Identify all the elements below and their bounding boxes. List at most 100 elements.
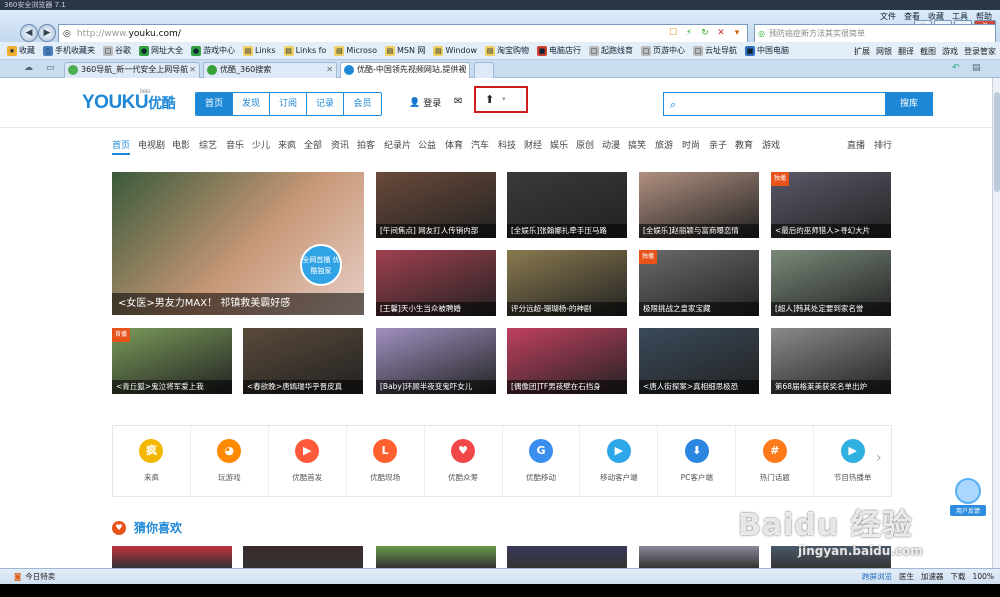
youku-search-input[interactable]: ⌕ — [663, 92, 885, 116]
service-item[interactable]: ♥ 优酷众筹 — [425, 426, 503, 496]
youku-logo[interactable]: YOUKU优酷 beta — [82, 89, 176, 114]
nav-subscribe[interactable]: 订阅 — [270, 93, 307, 115]
favorite-item[interactable]: ■ 电脑店行 — [534, 45, 584, 56]
service-item[interactable]: G 优酷移动 — [503, 426, 581, 496]
close-icon[interactable]: ✕ — [459, 63, 466, 77]
video-tile[interactable]: [Baby]环顾半夜变鬼吓女儿 — [376, 328, 496, 394]
login-link[interactable]: 👤 登录 — [409, 96, 441, 110]
youku-search-button[interactable]: 搜库 — [885, 92, 933, 116]
video-tile[interactable]: 独播 极限挑战之皇家宝藏 — [639, 250, 759, 316]
channel-item[interactable]: 科技 — [498, 138, 516, 151]
channel-item[interactable]: 全部 — [304, 138, 322, 151]
service-item[interactable]: ▶ 移动客户端 — [580, 426, 659, 496]
video-tile[interactable] — [771, 546, 891, 568]
video-tile[interactable]: [全娱乐]张翰娜扎牵手压马路 — [507, 172, 627, 238]
channel-item[interactable]: 纪录片 — [384, 138, 411, 151]
favorite-item[interactable]: □ 云址导航 — [690, 45, 740, 56]
channel-item[interactable]: 汽车 — [471, 138, 489, 151]
dropdown-icon[interactable]: ▾ — [731, 27, 743, 39]
featured-video[interactable]: 全网首播 优酷独家 <女医>男友力MAX！ 祁镇救美霸好感 — [112, 172, 364, 315]
favorite-item[interactable]: ▯ 手机收藏夹 — [40, 45, 98, 56]
upload-button-highlight[interactable]: ⬆ ▾ — [474, 86, 528, 113]
video-tile[interactable]: 评分远超-珊瑚杨-的神剧 — [507, 250, 627, 316]
nav-home[interactable]: 首页 — [196, 93, 233, 115]
channel-item[interactable]: 首页 — [112, 138, 131, 155]
favorite-item[interactable]: ▤ Window — [430, 45, 480, 56]
toolbar-item[interactable]: 扩展 — [854, 46, 870, 57]
scrollbar-thumb[interactable] — [994, 92, 1000, 192]
channel-item[interactable]: 教育 — [735, 138, 753, 151]
channel-item[interactable]: 财经 — [524, 138, 542, 151]
video-tile[interactable] — [376, 546, 496, 568]
channel-item[interactable]: 娱乐 — [550, 138, 568, 151]
favorite-item[interactable]: ★ 收藏 — [4, 45, 38, 56]
feedback-widget[interactable]: 用户反馈 — [950, 478, 986, 516]
channel-item[interactable]: 排行 — [874, 138, 892, 151]
favorite-item[interactable]: ▤ Links — [240, 45, 279, 56]
video-tile[interactable] — [639, 546, 759, 568]
channel-item[interactable]: 来疯 — [278, 138, 296, 151]
video-tile[interactable]: [偶像团]TF男孩壁在石挡身 — [507, 328, 627, 394]
service-item[interactable]: 疯来疯 — [113, 426, 191, 496]
security-icon[interactable]: ☐ — [667, 27, 679, 39]
service-item[interactable]: L 优酷现场 — [347, 426, 425, 496]
channel-item[interactable]: 旅游 — [655, 138, 673, 151]
channel-item[interactable]: 电影 — [172, 138, 190, 151]
video-tile[interactable]: 首播 <青丘狐>鬼泣将军爱上我 — [112, 328, 232, 394]
nav-history[interactable]: 记录 — [307, 93, 344, 115]
service-item[interactable]: ◕ 玩游戏 — [191, 426, 269, 496]
zoom-level[interactable]: 100% — [973, 572, 994, 581]
tab-360-nav[interactable]: 360导航_新一代安全上网导航 ✕ — [64, 62, 200, 78]
video-tile[interactable]: [王馨]天小生当众被聘婚 — [376, 250, 496, 316]
favorite-item[interactable]: ▤ 淘宝购物 — [482, 45, 532, 56]
mail-icon[interactable]: ✉ — [454, 96, 462, 107]
favorite-item[interactable]: ▤ MSN 网 — [382, 45, 429, 56]
new-tab-button[interactable] — [474, 62, 494, 78]
video-tile[interactable]: 第68届格莱美获奖名单出炉 — [771, 328, 891, 394]
channel-item[interactable]: 公益 — [418, 138, 436, 151]
back-button[interactable]: ◀ — [20, 24, 38, 42]
undo-icon[interactable]: ↶ — [952, 63, 960, 73]
status-crossscreen[interactable]: 跨屏浏览 — [862, 571, 892, 582]
menu-file[interactable]: 文件 — [880, 11, 896, 22]
nav-vip[interactable]: 会员 — [344, 93, 381, 115]
channel-item[interactable]: 音乐 — [226, 138, 244, 151]
video-tile[interactable]: 独播 <最后的巫师猎人>寻幻大片 — [771, 172, 891, 238]
channel-item[interactable]: 拍客 — [357, 138, 375, 151]
channel-item[interactable]: 搞笑 — [628, 138, 646, 151]
status-doctor[interactable]: 医生 — [899, 571, 914, 582]
channel-item[interactable]: 资讯 — [331, 138, 349, 151]
channel-item[interactable]: 亲子 — [709, 138, 727, 151]
channel-item[interactable]: 综艺 — [199, 138, 217, 151]
video-tile[interactable]: [超人]韩其处定要到家名誉 — [771, 250, 891, 316]
favorite-item[interactable]: □ 起跑线育 — [586, 45, 636, 56]
stop-icon[interactable]: ✕ — [715, 27, 727, 39]
favorite-item[interactable]: ● 网址大全 — [136, 45, 186, 56]
vertical-scrollbar[interactable] — [992, 78, 1000, 568]
channel-item[interactable]: 直播 — [847, 138, 865, 151]
service-item[interactable]: ▶ 优酷首发 — [269, 426, 347, 496]
channel-item[interactable]: 体育 — [445, 138, 463, 151]
toolbar-item[interactable]: 翻译 — [898, 46, 914, 57]
video-tile[interactable]: <春欲晚>唐嫣瑞华乎晋皮真 — [243, 328, 363, 394]
browser-search[interactable]: ◎ 预防癌症新方法其实很简单 — [754, 24, 996, 43]
cloud-icon[interactable]: ☁ — [24, 63, 33, 73]
favorite-item[interactable]: ● 游戏中心 — [188, 45, 238, 56]
refresh-icon[interactable]: ↻ — [699, 27, 711, 39]
video-tile[interactable] — [507, 546, 627, 568]
video-tile[interactable]: [午间焦点] 网友打人传销内部 — [376, 172, 496, 238]
video-tile[interactable] — [112, 546, 232, 568]
lightning-icon[interactable]: ⚡ — [683, 27, 695, 39]
close-icon[interactable]: ✕ — [189, 63, 196, 77]
status-download[interactable]: 下载 — [951, 571, 966, 582]
channel-item[interactable]: 少儿 — [252, 138, 270, 151]
channel-item[interactable]: 游戏 — [762, 138, 780, 151]
channel-item[interactable]: 时尚 — [682, 138, 700, 151]
channel-item[interactable]: 原创 — [576, 138, 594, 151]
search-engine-icon[interactable]: ◎ — [758, 29, 765, 38]
favorite-item[interactable]: □ 页游中心 — [638, 45, 688, 56]
chevron-right-icon[interactable]: › — [876, 450, 882, 466]
video-tile[interactable]: [全娱乐]赵丽颖与富商曝恋情 — [639, 172, 759, 238]
tab-menu-icon[interactable]: ▤ — [972, 63, 981, 73]
channel-item[interactable]: 动漫 — [602, 138, 620, 151]
